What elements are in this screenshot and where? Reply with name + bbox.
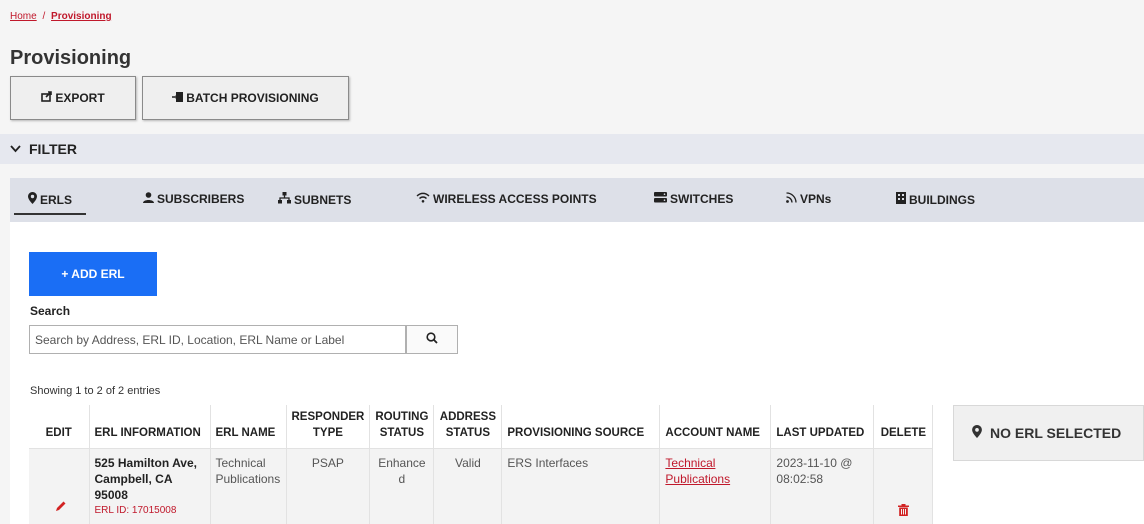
tab-subscribers[interactable]: SUBSCRIBERS	[143, 192, 244, 206]
erl-detail-card: NO ERL SELECTED	[953, 405, 1144, 461]
tab-label: SWITCHES	[670, 192, 734, 206]
network-icon	[278, 192, 291, 207]
account-name-cell: Technical Publications	[659, 448, 772, 524]
rss-icon	[786, 192, 797, 206]
erl-address: 525 Hamilton Ave, Campbell, CA 95008	[94, 456, 197, 502]
routing-status-cell: Enhanced	[369, 448, 435, 524]
responder-type-cell: PSAP	[286, 448, 371, 524]
column-header-routing-status[interactable]: ROUTING STATUS	[369, 405, 435, 449]
table-header-row: EDIT ERL INFORMATION ERL NAME RESPONDER …	[29, 405, 934, 449]
tab-wireless-access-points[interactable]: WIRELESS ACCESS POINTS	[416, 192, 597, 206]
tab-erls[interactable]: ERLS	[13, 192, 87, 215]
breadcrumb-current-link[interactable]: Provisioning	[51, 11, 112, 22]
search-label: Search	[30, 304, 71, 318]
tab-label: BUILDINGS	[909, 192, 975, 207]
map-pin-icon	[972, 425, 982, 441]
building-icon	[896, 192, 906, 207]
filter-label: FILTER	[29, 141, 77, 157]
erl-panel: + ADD ERL Search Showing 1 to 2 of 2 ent…	[10, 222, 1144, 524]
tab-bar: ERLS SUBSCRIBERS SUBNETS WIRELESS ACCESS…	[10, 178, 1144, 222]
search-icon	[426, 331, 438, 349]
export-icon	[41, 91, 53, 105]
provisioning-source-cell: ERS Interfaces	[501, 448, 661, 524]
user-icon	[143, 192, 154, 206]
last-updated-cell: 2023-11-10 @ 08:02:58	[770, 448, 875, 524]
pencil-icon[interactable]	[55, 499, 67, 515]
tab-switches[interactable]: SWITCHES	[654, 192, 733, 206]
column-header-account-name[interactable]: ACCOUNT NAME	[659, 405, 772, 449]
tab-subnets[interactable]: SUBNETS	[278, 192, 351, 207]
trash-icon[interactable]	[897, 503, 909, 519]
tab-label: WIRELESS ACCESS POINTS	[433, 192, 597, 206]
export-label: EXPORT	[55, 91, 105, 105]
breadcrumb-home-link[interactable]: Home	[10, 11, 37, 22]
column-header-last-updated[interactable]: LAST UPDATED	[770, 405, 875, 449]
tab-label: VPNs	[800, 192, 832, 206]
file-import-icon	[172, 91, 184, 106]
add-erl-button[interactable]: + ADD ERL	[29, 252, 157, 296]
column-header-responder-type[interactable]: RESPONDER TYPE	[286, 405, 371, 449]
column-header-edit[interactable]: EDIT	[29, 405, 90, 449]
column-header-address-status[interactable]: ADDRESS STATUS	[433, 405, 503, 449]
edit-cell	[29, 448, 90, 524]
chevron-down-icon	[10, 142, 21, 156]
server-icon	[654, 192, 667, 206]
erl-table: EDIT ERL INFORMATION ERL NAME RESPONDER …	[29, 405, 934, 524]
tab-buildings[interactable]: BUILDINGS	[896, 192, 975, 207]
search-button[interactable]	[406, 325, 458, 354]
column-header-erl-information[interactable]: ERL INFORMATION	[89, 405, 211, 449]
column-header-delete: DELETE	[873, 405, 934, 449]
erl-information-cell: 525 Hamilton Ave, Campbell, CA 95008 ERL…	[89, 448, 211, 524]
search-input[interactable]	[29, 325, 406, 354]
batch-provisioning-label: BATCH PROVISIONING	[186, 91, 319, 105]
tab-label: SUBNETS	[294, 192, 352, 207]
erl-name-cell: Technical Publications	[210, 448, 287, 524]
tab-label: SUBSCRIBERS	[157, 192, 245, 206]
map-pin-icon	[28, 192, 37, 207]
page-title: Provisioning	[10, 47, 132, 69]
tab-label: ERLS	[40, 192, 73, 207]
column-header-provisioning-source[interactable]: PROVISIONING SOURCE	[501, 405, 661, 449]
table-row[interactable]: 525 Hamilton Ave, Campbell, CA 95008 ERL…	[29, 448, 934, 524]
batch-provisioning-button[interactable]: BATCH PROVISIONING	[142, 76, 349, 120]
column-header-erl-name[interactable]: ERL NAME	[210, 405, 287, 449]
erl-id: ERL ID: 17015008	[94, 505, 177, 516]
account-name-link[interactable]: Technical Publications	[665, 456, 730, 486]
address-status-cell: Valid	[433, 448, 503, 524]
wifi-icon	[416, 192, 430, 206]
delete-cell	[873, 448, 934, 524]
tab-vpns[interactable]: VPNs	[786, 192, 831, 206]
breadcrumb: Home / Provisioning	[10, 11, 112, 22]
breadcrumb-separator: /	[42, 11, 46, 22]
export-button[interactable]: EXPORT	[10, 76, 136, 120]
filter-toggle[interactable]: FILTER	[0, 134, 1144, 164]
entries-info: Showing 1 to 2 of 2 entries	[30, 385, 161, 397]
no-erl-selected-label: NO ERL SELECTED	[990, 425, 1122, 441]
